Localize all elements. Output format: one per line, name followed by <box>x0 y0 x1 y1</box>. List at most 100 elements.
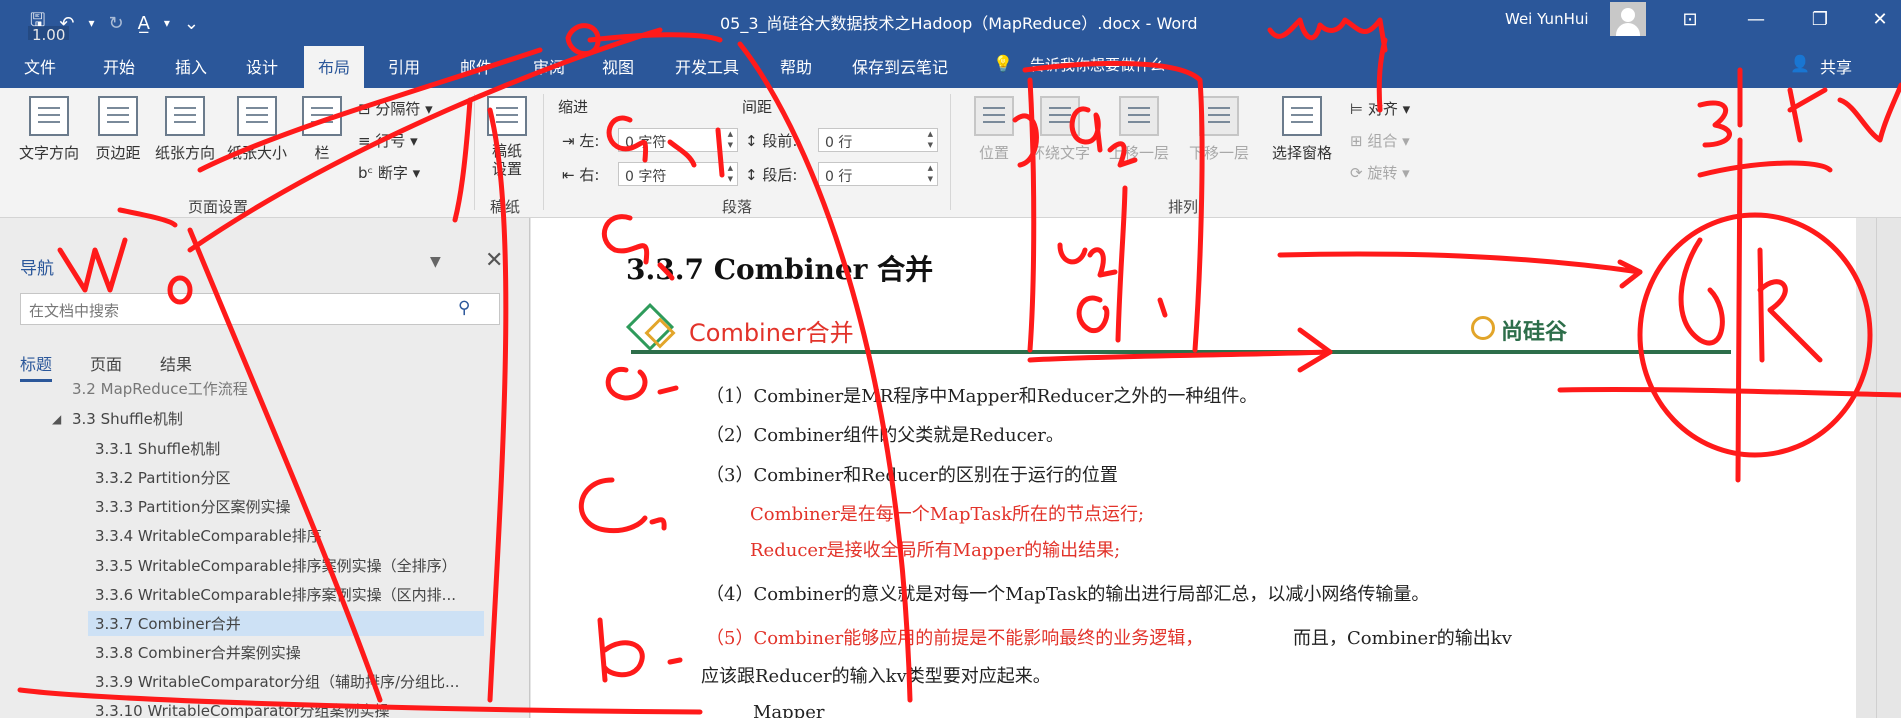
ribbon-display-options-icon[interactable]: ⊡ <box>1670 6 1710 34</box>
search-icon[interactable]: ⚲ <box>458 298 470 318</box>
nav-heading-item[interactable]: 3.3 Shuffle机制 <box>72 408 183 429</box>
columns-button[interactable]: 栏 <box>300 96 344 163</box>
margins-button[interactable]: 页边距 <box>88 96 148 163</box>
doc-paragraph[interactable]: Mapper <box>753 702 824 718</box>
format-dropdown-icon[interactable]: ▾ <box>164 16 170 30</box>
text-direction-label: 文字方向 <box>18 144 79 162</box>
nav-heading-item[interactable]: 3.2 MapReduce工作流程 <box>72 378 248 399</box>
nav-tab-pages[interactable]: 页面 <box>90 351 122 375</box>
selection-pane-label: 选择窗格 <box>1271 144 1332 162</box>
format-painter-icon[interactable]: A̲ <box>138 13 150 34</box>
tab-developer[interactable]: 开发工具 <box>675 54 739 78</box>
breaks-label: 分隔符 <box>375 100 421 118</box>
tab-review[interactable]: 审阅 <box>533 54 565 78</box>
orientation-button[interactable]: 纸张方向 <box>150 96 220 163</box>
tab-design[interactable]: 设计 <box>246 54 278 78</box>
vertical-scrollbar[interactable] <box>1876 218 1901 718</box>
doc-paragraph[interactable]: 而且，Combiner的输出kv <box>1293 624 1512 650</box>
text-direction-button[interactable]: 文字方向 <box>14 96 84 163</box>
nav-heading-item[interactable]: 3.3.6 WritableComparable排序案例实操（区内排... <box>95 584 456 605</box>
size-button[interactable]: 纸张大小 <box>222 96 292 163</box>
nav-heading-item[interactable]: 3.3.5 WritableComparable排序案例实操（全排序） <box>95 555 457 576</box>
page-size-icon <box>237 96 277 136</box>
manuscript-settings-button[interactable]: 稿纸 设置 <box>482 96 532 178</box>
indent-right-input[interactable]: 0 字符 <box>618 162 738 186</box>
nav-tab-headings[interactable]: 标题 <box>20 351 53 382</box>
tab-file[interactable]: 文件 <box>24 54 56 78</box>
orientation-icon <box>165 96 205 136</box>
customize-qat-icon[interactable]: ⌄ <box>184 13 199 34</box>
tell-me-search[interactable]: 告诉我你想要做什么 <box>1030 54 1165 75</box>
nav-tab-results[interactable]: 结果 <box>160 351 192 375</box>
wrap-text-icon <box>1040 96 1080 136</box>
tab-layout[interactable]: 布局 <box>304 46 365 88</box>
doc-paragraph[interactable]: （4）Combiner的意义就是对每一个MapTask的输出进行局部汇总，以减小… <box>706 580 1429 606</box>
send-backward-button[interactable]: 下移一层 <box>1180 96 1258 163</box>
tab-help[interactable]: 帮助 <box>780 54 812 78</box>
indent-left-input[interactable]: 0 字符 <box>618 128 738 152</box>
align-button[interactable]: ⊨ 对齐 ▾ <box>1350 98 1410 119</box>
doc-paragraph[interactable]: 应该跟Reducer的输入kv类型要对应起来。 <box>701 662 1051 688</box>
document-page[interactable]: 3.3.7 Combiner 合并 Combiner合并 尚硅谷 （1）Comb… <box>531 218 1856 718</box>
tab-mailings[interactable]: 邮件 <box>460 54 492 78</box>
ribbon-separator <box>950 94 951 210</box>
line-numbers-label: 行号 <box>375 132 406 150</box>
wrap-text-button[interactable]: 环绕文字 <box>1025 96 1095 163</box>
doc-paragraph[interactable]: （1）Combiner是MR程序中Mapper和Reducer之外的一种组件。 <box>706 382 1257 408</box>
tab-insert[interactable]: 插入 <box>175 54 207 78</box>
tab-save-to-cloud[interactable]: 保存到云笔记 <box>852 54 948 78</box>
spacing-after-input[interactable]: 0 行 <box>818 162 938 186</box>
nav-heading-item[interactable]: 3.3.1 Shuffle机制 <box>95 438 220 459</box>
nav-heading-item[interactable]: 3.3.3 Partition分区案例实操 <box>95 496 290 517</box>
wrap-text-label: 环绕文字 <box>1029 144 1090 162</box>
undo-dropdown-icon[interactable]: ▾ <box>88 16 94 30</box>
doc-paragraph-red[interactable]: （5）Combiner能够应用的前提是不能影响最终的业务逻辑， <box>706 624 1203 650</box>
close-button[interactable]: ✕ <box>1860 6 1900 34</box>
doc-paragraph-red[interactable]: Reducer是接收全局所有Mapper的输出结果; <box>750 536 1120 562</box>
tab-view[interactable]: 视图 <box>602 54 634 78</box>
group-label-paragraph: 段落 <box>722 198 753 216</box>
indent-left-text: 左: <box>579 132 600 150</box>
nav-heading-item[interactable]: 3.3.8 Combiner合并案例实操 <box>95 642 301 663</box>
nav-search-input[interactable]: 在文档中搜索 <box>20 293 500 325</box>
nav-options-icon[interactable]: ▼ <box>430 254 441 270</box>
nav-heading-item[interactable]: 3.3.4 WritableComparable排序 <box>95 525 322 546</box>
banner-divider <box>631 350 1731 354</box>
selection-pane-icon <box>1282 96 1322 136</box>
nav-close-icon[interactable]: ✕ <box>485 248 503 273</box>
spacing-before-input[interactable]: 0 行 <box>818 128 938 152</box>
hyphenation-label: 断字 <box>377 164 408 182</box>
user-name[interactable]: Wei YunHui <box>1505 10 1589 28</box>
expand-triangle-icon[interactable]: ◢ <box>52 412 61 426</box>
minimize-button[interactable]: — <box>1736 6 1776 34</box>
selection-pane-button[interactable]: 选择窗格 <box>1262 96 1342 163</box>
nav-heading-item[interactable]: 3.3.2 Partition分区 <box>95 467 230 488</box>
position-button[interactable]: 位置 <box>970 96 1018 163</box>
doc-paragraph[interactable]: （3）Combiner和Reducer的区别在于运行的位置 <box>706 461 1118 487</box>
navigation-pane: 导航 ▼ ✕ 在文档中搜索 ⚲ 标题 页面 结果 3.2 MapReduce工作… <box>0 218 530 718</box>
nav-heading-item-selected[interactable]: 3.3.7 Combiner合并 <box>88 611 484 636</box>
redo-icon[interactable]: ↻ <box>108 13 123 34</box>
doc-paragraph[interactable]: （2）Combiner组件的父类就是Reducer。 <box>706 421 1064 447</box>
line-numbers-button[interactable]: ≡ 行号 ▾ <box>358 130 418 151</box>
nav-pane-title: 导航 <box>20 259 54 279</box>
group-objects-button[interactable]: ⊞ 组合 ▾ <box>1350 130 1410 151</box>
document-title: 05_3_尚硅谷大数据技术之Hadoop（MapReduce）.docx - W… <box>720 14 1198 33</box>
nav-heading-item[interactable]: 3.3.10 WritableComparator分组案例实操 <box>95 700 390 718</box>
bring-forward-button[interactable]: 上移一层 <box>1100 96 1178 163</box>
share-button[interactable]: 共享 <box>1820 54 1852 78</box>
breaks-button[interactable]: ⊟ 分隔符 ▾ <box>358 98 433 119</box>
group-label-arrange: 排列 <box>1168 198 1199 216</box>
text-direction-icon <box>29 96 69 136</box>
tab-references[interactable]: 引用 <box>388 54 420 78</box>
align-label: 对齐 <box>1367 100 1398 118</box>
section-heading[interactable]: 3.3.7 Combiner 合并 <box>626 248 933 288</box>
hyphenation-button[interactable]: bᶜ 断字 ▾ <box>358 162 420 183</box>
restore-button[interactable]: ❐ <box>1800 6 1840 34</box>
nav-heading-item[interactable]: 3.3.9 WritableComparator分组（辅助排序/分组比... <box>95 671 459 692</box>
doc-paragraph-red[interactable]: Combiner是在每一个MapTask所在的节点运行; <box>750 500 1144 526</box>
avatar[interactable] <box>1610 2 1646 36</box>
rotate-button[interactable]: ⟳ 旋转 ▾ <box>1350 162 1410 183</box>
tab-home[interactable]: 开始 <box>103 54 135 78</box>
spacing-after-text: 段后: <box>762 166 798 184</box>
